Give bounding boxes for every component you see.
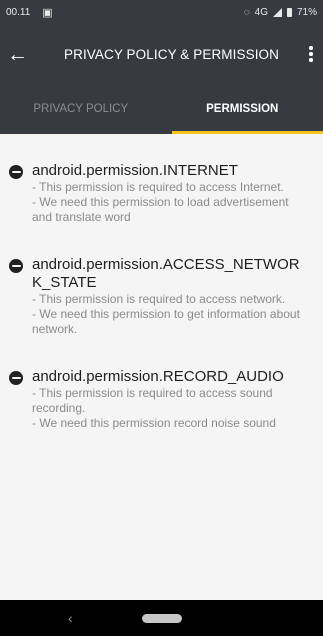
status-time: 00.11: [6, 6, 31, 18]
status-bar: 00.11 ▣ ◌ 4G 71%: [0, 0, 323, 24]
more-vertical-icon[interactable]: [299, 46, 323, 62]
battery-icon: [286, 7, 292, 17]
battery-percent: 71%: [296, 6, 317, 18]
signal-icon: [272, 7, 282, 17]
permission-reason: - We need this permission to get informa…: [32, 307, 300, 336]
tab-permission[interactable]: PERMISSION: [162, 84, 323, 134]
arrow-left-icon[interactable]: ←: [0, 44, 40, 65]
nav-back-icon[interactable]: ‹: [68, 610, 73, 626]
permission-name: android.permission.RECORD_AUDIO: [32, 368, 284, 385]
permission-reason: - We need this permission to load advert…: [32, 195, 289, 224]
vibrate-icon: ◌: [243, 6, 250, 18]
key-icon: [9, 259, 23, 273]
lock-notification-icon: ▣: [42, 6, 53, 19]
permission-list: android.permission.INTERNET - This permi…: [0, 134, 323, 431]
key-icon: [9, 165, 23, 179]
navigation-bar: ‹: [0, 600, 323, 636]
permission-reason: - We need this permission record noise s…: [32, 416, 276, 430]
permission-item: android.permission.INTERNET - This permi…: [9, 162, 309, 225]
key-icon: [9, 371, 23, 385]
nav-home-pill-icon[interactable]: [141, 613, 182, 623]
permission-requirement: - This permission is required to access …: [32, 180, 284, 194]
permission-requirement: - This permission is required to access …: [32, 292, 286, 306]
permission-name: android.permission.ACCESS_NETWORK_STATE: [32, 256, 300, 291]
app-bar: ← PRIVACY POLICY & PERMISSION: [0, 24, 323, 84]
permission-requirement: - This permission is required to access …: [32, 386, 273, 415]
permission-item: android.permission.ACCESS_NETWORK_STATE …: [9, 256, 309, 337]
permission-name: android.permission.INTERNET: [32, 162, 238, 179]
tab-privacy-policy[interactable]: PRIVACY POLICY: [0, 84, 162, 134]
network-type: 4G: [254, 6, 268, 18]
tab-bar: PRIVACY POLICY PERMISSION: [0, 84, 323, 134]
status-icons: ◌ 4G 71%: [244, 7, 317, 18]
permission-item: android.permission.RECORD_AUDIO - This p…: [9, 368, 309, 431]
page-title: PRIVACY POLICY & PERMISSION: [63, 46, 279, 62]
